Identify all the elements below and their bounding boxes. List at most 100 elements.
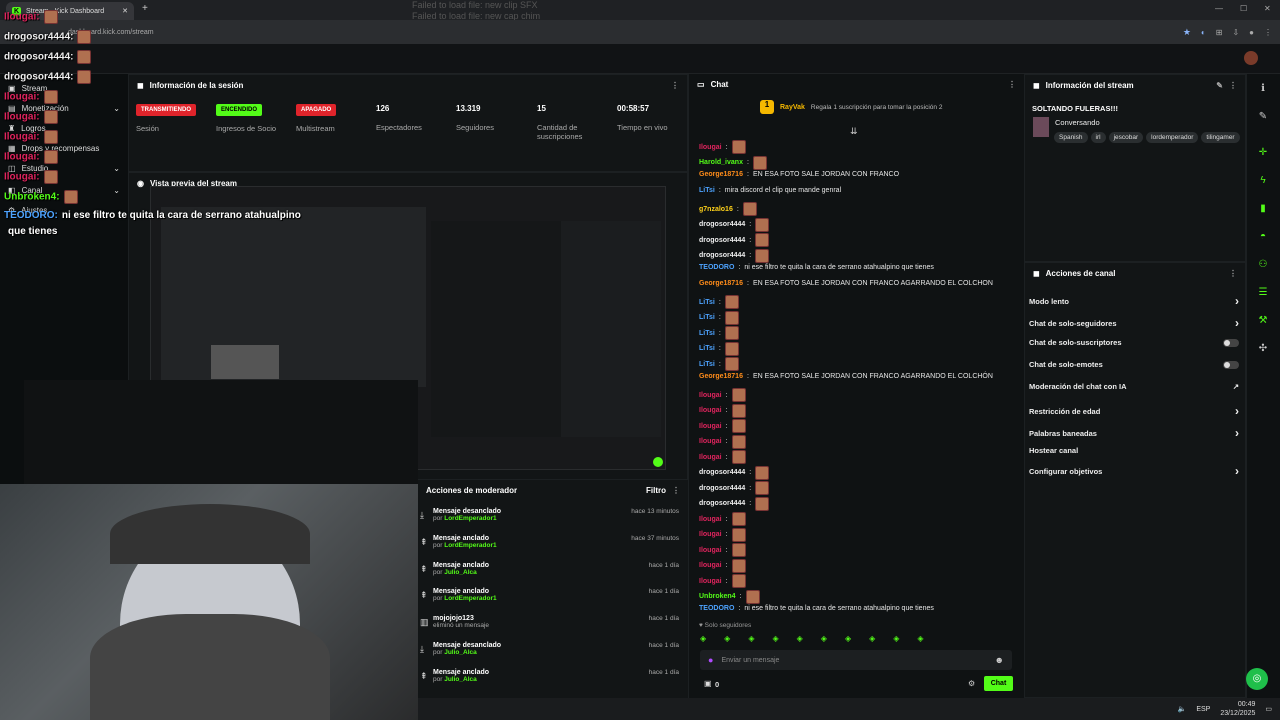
more-icon[interactable]: ⋮ [672,486,680,495]
emoji-icon[interactable]: ☻ [995,655,1004,665]
mod-action-user[interactable]: Julio_Alca [444,676,477,683]
chat-username[interactable]: Ilougai [699,562,722,569]
chat-username[interactable]: George18716 [699,373,743,380]
chat-input[interactable]: ● Enviar un mensaje ☻ [700,650,1012,670]
chevron-right-icon[interactable]: › [1235,464,1239,478]
chat-message[interactable]: LiTsi: [699,310,743,325]
chat-username[interactable]: Ilougai [699,144,722,151]
emote-icon[interactable]: ◈ [772,634,778,646]
download-icon[interactable]: ⇩ [1232,28,1239,37]
chat-message[interactable]: Ilougai: [699,558,750,573]
chat-username[interactable]: Ilougai [699,547,722,554]
chat-send-button[interactable]: Chat [984,676,1013,691]
crosshair-icon[interactable]: ✛ [1256,146,1270,160]
chat-message[interactable]: Ilougai: [699,388,750,402]
chat-username[interactable]: drogosor4444 [699,469,745,476]
chat-username[interactable]: drogosor4444 [699,221,745,228]
chat-username[interactable]: LiTsi [699,330,715,337]
pencil-icon[interactable]: ✎ [1256,110,1270,124]
info-icon[interactable]: ℹ [1256,82,1270,96]
chat-username[interactable]: LiTsi [699,299,715,306]
notification-icon[interactable]: ▭ [1265,705,1272,713]
channel-action-row[interactable]: Modo lento › [1029,294,1239,308]
more-icon[interactable]: ⋮ [1008,80,1016,89]
chat-username[interactable]: Unbroken4 [699,593,736,600]
mic-icon[interactable]: ● [708,655,713,665]
chat-username[interactable]: LiTsi [699,361,715,368]
edit-icon[interactable]: ✎ [1216,81,1223,90]
chat-message[interactable]: drogosor4444: [699,248,773,263]
chat-username[interactable]: Ilougai [699,407,722,414]
toggle-switch[interactable] [1223,360,1239,369]
emote-icon[interactable]: ◈ [845,634,851,646]
chat-username[interactable]: LiTsi [699,187,715,194]
chat-settings-icon[interactable]: ⚙ [968,679,975,688]
channel-action-row[interactable]: Chat de solo-suscriptores [1029,338,1239,347]
chat-message[interactable]: LiTsi: [699,326,743,340]
chat-message[interactable]: drogosor4444: [699,465,773,480]
chat-message[interactable]: LiTsi: [699,295,743,309]
channel-action-row[interactable]: Chat de solo-seguidores › [1029,316,1239,330]
chat-message[interactable]: g7nzalo16: [699,202,761,216]
fab-button[interactable]: ◎ [1246,668,1268,690]
bookmark-star-icon[interactable]: ★ [1183,27,1191,38]
extension-icon[interactable]: ◐ [1201,28,1206,37]
chat-message[interactable]: Ilougai: [699,450,750,464]
mod-action-row[interactable]: ⤓ Mensaje desanclado por Julio_Alca hace 1 … [420,642,682,656]
chevron-right-icon[interactable]: › [1235,316,1239,330]
pinned-gift-banner[interactable]: 1 RayVak Regala 1 suscripción para tomar… [760,100,942,114]
emote-icon[interactable]: ◈ [821,634,827,646]
chat-username[interactable]: Ilougai [699,454,722,461]
mod-action-user[interactable]: LordEmperador1 [444,515,496,522]
emote-icon[interactable]: ◈ [748,634,754,646]
chat-message[interactable]: Unbroken4: [699,589,764,604]
chat-message[interactable]: LiTsi: mira discord el clip que mande gen… [699,187,841,194]
puzzle-icon[interactable]: ⊞ [1216,28,1223,37]
emote-icon[interactable]: ◈ [797,634,803,646]
channel-action-row[interactable]: Configurar objetivos › [1029,464,1239,478]
scroll-down-icon[interactable]: ⇊ [850,126,858,137]
channel-action-row[interactable]: Restricción de edad › [1029,404,1239,418]
mod-action-row[interactable]: ⇞ Mensaje anclado por Julio_Alca hace 1 día [420,562,682,576]
chat-username[interactable]: Ilougai [699,423,722,430]
filter-button[interactable]: Filtro [646,486,666,495]
chat-username[interactable]: drogosor4444 [699,485,745,492]
chat-message[interactable]: Ilougai: [699,574,750,588]
profile-icon[interactable]: ● [1249,28,1254,37]
emote-icon[interactable]: ◈ [869,634,875,646]
chat-message[interactable]: drogosor4444: [699,496,773,511]
chat-username[interactable]: TEODORO [699,605,734,612]
chat-username[interactable]: George18716 [699,171,743,178]
clock[interactable]: 00:49 23/12/2025 [1220,700,1255,718]
external-link-icon[interactable]: ↗ [1233,382,1239,391]
channel-action-row[interactable]: Hostear canal [1029,446,1239,455]
chat-username[interactable]: Ilougai [699,438,722,445]
chat-message[interactable]: Ilougai: [699,140,750,154]
nodes-icon[interactable]: ✣ [1256,342,1270,356]
chat-message[interactable]: Ilougai: [699,434,750,449]
mod-action-row[interactable]: ▥ mojojojo123 eliminó un mensaje hace 1 dí… [420,615,682,629]
chat-username[interactable]: drogosor4444 [699,237,745,244]
chat-username[interactable]: Ilougai [699,516,722,523]
lightning-icon[interactable]: ϟ [1256,174,1270,188]
emote-icon[interactable]: ◈ [893,634,899,646]
channel-action-row[interactable]: Moderación del chat con IA ↗ [1029,382,1239,391]
wrench-icon[interactable]: ⚒ [1256,314,1270,328]
channel-action-row[interactable]: Chat de solo-emotes [1029,360,1239,369]
mod-action-row[interactable]: ⇞ Mensaje anclado por LordEmperador1 hace 1… [420,588,682,602]
chevron-right-icon[interactable]: › [1235,404,1239,418]
chat-message[interactable]: Ilougai: [699,527,750,542]
chat-username[interactable]: Harold_ivanx [699,159,743,166]
chevron-right-icon[interactable]: › [1235,426,1239,440]
list-icon[interactable]: ☰ [1256,286,1270,300]
emote-icon[interactable]: ◈ [724,634,730,646]
more-icon[interactable]: ⋮ [1229,81,1237,90]
chat-username[interactable]: Ilougai [699,531,722,538]
mod-action-user[interactable]: Julio_Alca [444,649,477,656]
browser-menu-icon[interactable]: ⋮ [1264,28,1272,37]
emote-icon[interactable]: ◈ [700,634,706,646]
more-icon[interactable]: ⋮ [1229,269,1237,278]
chat-message[interactable]: TEODORO: ni ese filtro te quita la cara d… [699,605,934,612]
chat-message[interactable]: Harold_ivanx: [699,155,771,170]
chat-username[interactable]: LiTsi [699,345,715,352]
